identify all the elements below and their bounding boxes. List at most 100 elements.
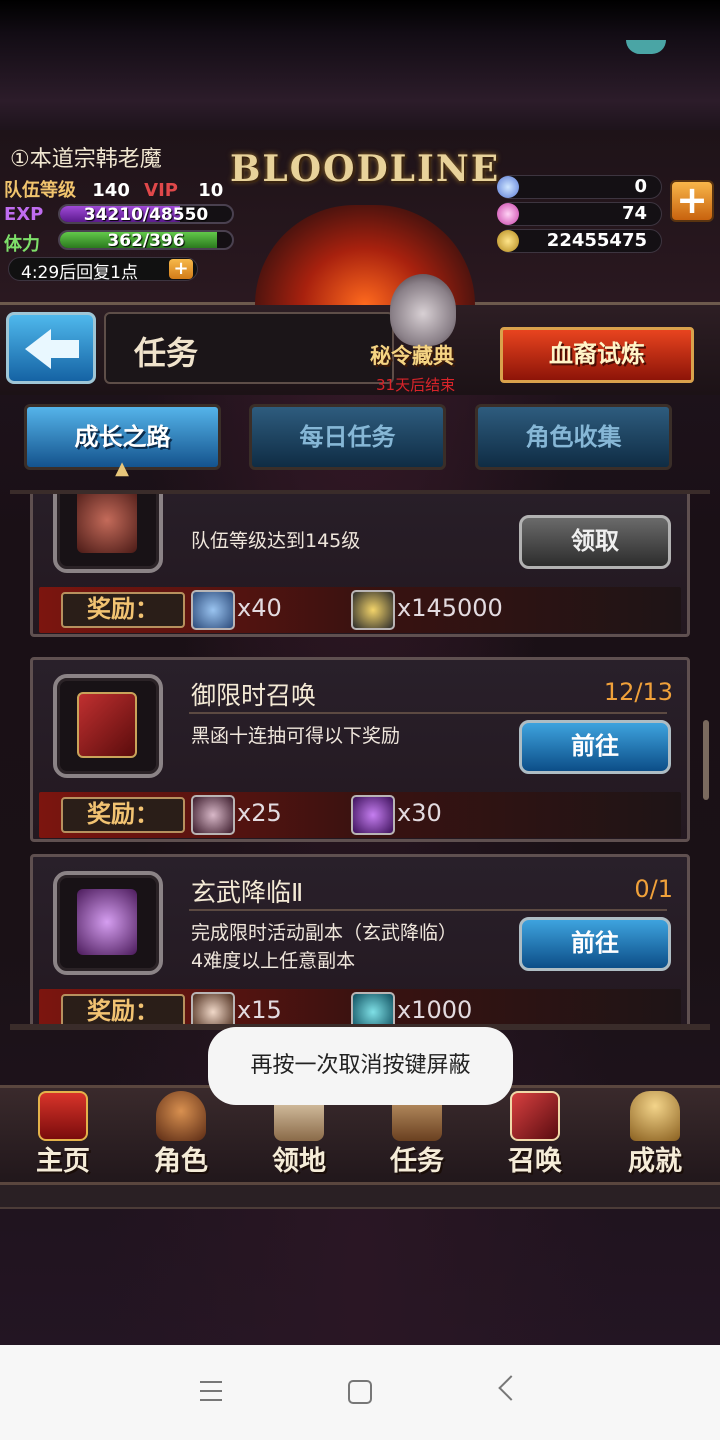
reward-bar: 奖励： x40 x145000: [39, 587, 681, 633]
nav-label: 角色: [154, 1146, 208, 1177]
gem-icon: [497, 203, 519, 225]
character-icon: [156, 1091, 206, 1141]
quest-progress: 0/1: [634, 875, 673, 903]
player-name: ①本道宗韩老魔: [10, 147, 162, 172]
tab-character-collection[interactable]: 角色收集: [475, 404, 672, 470]
rank-badge-icon: [77, 494, 137, 553]
team-level-value: 140: [92, 180, 130, 201]
stamina-bar: 362/396: [58, 230, 234, 250]
reward-label: 奖励：: [61, 592, 185, 628]
reward-bar: 奖励： x15 x1000: [39, 989, 681, 1024]
reward-quantity: x1000: [397, 996, 473, 1024]
quest-title: 御限时召唤: [191, 681, 317, 710]
gold-coin-icon: [497, 230, 519, 252]
quest-description: 完成限时活动副本（玄武降临） 4难度以上任意副本: [191, 919, 457, 975]
reward-bar: 奖励： x25 x30: [39, 792, 681, 838]
stamina-value: 362/396: [107, 231, 185, 250]
character-card-icon[interactable]: [191, 590, 235, 630]
title-panel: 任务: [104, 312, 394, 384]
quest-divider: [189, 712, 667, 714]
event-character-portrait: [390, 274, 456, 346]
exp-value: 34210/48550: [83, 205, 209, 224]
vip-value: 10: [198, 180, 224, 201]
page-title: 任务: [134, 334, 199, 372]
reward-quantity: x15: [237, 996, 282, 1024]
quest-icon-frame: [53, 674, 163, 778]
crystal-currency: 0: [497, 175, 662, 199]
crystal-emblem-icon: [77, 889, 137, 955]
exp-label: EXP: [4, 204, 44, 225]
quest-list[interactable]: 队伍等级达到145级 领取 奖励： x40 x145000 御限时召唤 12/1…: [10, 490, 710, 1030]
quest-description: 黑函十连抽可得以下奖励: [191, 725, 401, 747]
top-ornament: [0, 0, 720, 135]
add-currency-button[interactable]: +: [670, 180, 714, 222]
claim-button[interactable]: 领取: [519, 515, 671, 569]
stamina-recover-timer: 4:29后回复1点 +: [8, 257, 198, 283]
reward-label: 奖励：: [61, 994, 185, 1024]
back-icon[interactable]: [498, 1375, 524, 1401]
quest-description: 队伍等级达到145级: [191, 530, 361, 552]
reward-quantity: x30: [397, 799, 442, 827]
quest-list-scrollbar[interactable]: [703, 720, 709, 800]
gold-currency: 22455475: [497, 229, 662, 253]
crystal-value: 0: [634, 176, 647, 197]
reward-label: 奖励：: [61, 797, 185, 833]
back-arrow-stem: [47, 340, 79, 358]
quest-card: 御限时召唤 12/13 黑函十连抽可得以下奖励 前往 奖励： x25 x30: [30, 657, 690, 842]
quest-description-line1: 完成限时活动副本（玄武降临）: [191, 922, 458, 944]
reward-quantity: x40: [237, 594, 282, 622]
trophy-icon: [630, 1091, 680, 1141]
teal-orb-icon[interactable]: [351, 992, 395, 1024]
go-button[interactable]: 前往: [519, 917, 671, 971]
quest-progress: 12/13: [603, 678, 673, 706]
quest-card: 玄武降临Ⅱ 0/1 完成限时活动副本（玄武降临） 4难度以上任意副本 前往 奖励…: [30, 854, 690, 1024]
reward-quantity: x25: [237, 799, 282, 827]
nav-label: 成就: [628, 1146, 682, 1177]
summon-cards-icon: [510, 1091, 560, 1141]
nav-label: 召唤: [508, 1146, 562, 1177]
character-card-icon[interactable]: [191, 795, 235, 835]
nav-achievements[interactable]: 成就: [596, 1085, 714, 1185]
active-tab-pointer-icon: ▲: [115, 458, 129, 479]
quest-card: 队伍等级达到145级 领取 奖励： x40 x145000: [30, 494, 690, 637]
stamina-row: 体力: [4, 230, 40, 255]
nav-home[interactable]: 主页: [4, 1085, 122, 1185]
logo-text: BLOODLINE: [230, 148, 501, 190]
event-name[interactable]: 秘令藏典: [370, 340, 454, 370]
recent-apps-icon[interactable]: [200, 1381, 222, 1408]
quest-description-line2: 4难度以上任意副本: [191, 950, 356, 972]
nav-label: 领地: [272, 1146, 326, 1177]
bottom-ornament-strip: [0, 1185, 720, 1209]
character-card-icon[interactable]: [191, 992, 235, 1024]
bloodline-trial-button[interactable]: 血裔试炼: [500, 327, 694, 383]
gold-coin-icon[interactable]: [351, 590, 395, 630]
nav-label: 主页: [36, 1146, 90, 1177]
quest-icon-frame: [53, 871, 163, 975]
vip-label: VIP: [144, 180, 178, 201]
back-button[interactable]: [6, 312, 96, 384]
game-logo: BLOODLINE: [230, 138, 500, 213]
team-level-label: 队伍等级: [4, 180, 76, 201]
home-icon[interactable]: [348, 1380, 372, 1404]
home-banner-icon: [38, 1091, 88, 1141]
add-stamina-button[interactable]: +: [169, 259, 193, 279]
go-button[interactable]: 前往: [519, 720, 671, 774]
toast-message: 再按一次取消按键屏蔽: [208, 1027, 513, 1105]
system-navigation-bar: [0, 1345, 720, 1440]
nav-label: 任务: [390, 1146, 444, 1177]
summon-book-icon: [77, 692, 137, 758]
quest-title: 玄武降临Ⅱ: [191, 878, 304, 907]
event-countdown: 31天后结束: [376, 376, 456, 394]
reward-quantity: x145000: [397, 594, 503, 622]
quest-divider: [189, 909, 667, 911]
exp-bar: 34210/48550: [58, 204, 234, 224]
purple-orb-icon[interactable]: [351, 795, 395, 835]
stamina-label: 体力: [4, 234, 40, 255]
tab-daily-quests[interactable]: 每日任务: [249, 404, 446, 470]
gem-value: 74: [621, 203, 647, 224]
recover-text: 4:29后回复1点: [21, 263, 138, 283]
crystal-icon: [497, 176, 519, 198]
quest-icon-frame: [53, 494, 163, 573]
gem-currency: 74: [497, 202, 662, 226]
team-level-row: 队伍等级 140 VIP 10: [4, 176, 244, 201]
